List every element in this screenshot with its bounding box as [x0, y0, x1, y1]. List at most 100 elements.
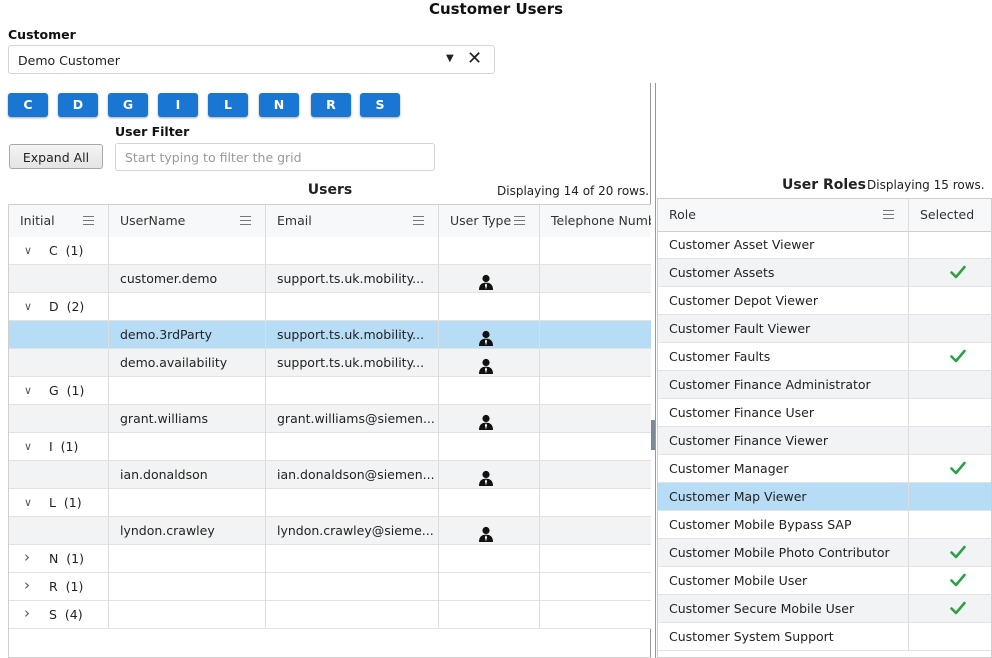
email-cell: support.ts.uk.mobility... [266, 321, 439, 348]
role-row[interactable]: Customer System Support [658, 623, 991, 651]
table-row[interactable]: lyndon.crawley lyndon.crawley@sieme... [9, 517, 651, 545]
grid-cell [439, 489, 540, 516]
chevron-right-icon[interactable]: › [24, 573, 30, 599]
column-menu-icon[interactable] [240, 216, 251, 225]
letter-button-l[interactable]: L [208, 93, 248, 117]
group-label: R (1) [49, 579, 84, 594]
group-row[interactable]: ∨ I (1) [9, 433, 651, 461]
check-icon[interactable] [950, 573, 966, 587]
chevron-down-icon[interactable]: ∨ [24, 433, 32, 460]
user-type-cell [439, 265, 540, 292]
expand-all-button[interactable]: Expand All [9, 144, 103, 169]
check-icon[interactable] [950, 601, 966, 615]
roles-grid-title: User Roles [782, 177, 866, 193]
column-menu-icon[interactable] [413, 216, 424, 225]
column-header-username[interactable]: UserName [109, 205, 266, 237]
group-row[interactable]: ∨ G (1) [9, 377, 651, 405]
group-row[interactable]: ∨ L (1) [9, 489, 651, 517]
table-row[interactable]: demo.availability support.ts.uk.mobility.… [9, 349, 651, 377]
column-header-selected[interactable]: Selected [909, 199, 991, 231]
check-icon[interactable] [950, 349, 966, 363]
chevron-down-icon[interactable]: ∨ [24, 237, 32, 264]
column-menu-icon[interactable] [514, 216, 525, 225]
user-type-cell [439, 461, 540, 488]
column-header-email[interactable]: Email [266, 205, 439, 237]
grid-cell [540, 573, 651, 600]
role-row[interactable]: Customer Finance User [658, 399, 991, 427]
role-row[interactable]: Customer Mobile Photo Contributor [658, 539, 991, 567]
username-cell: ian.donaldson [109, 461, 266, 488]
role-row[interactable]: Customer Finance Viewer [658, 427, 991, 455]
role-row[interactable]: Customer Secure Mobile User [658, 595, 991, 623]
group-cell: › N (1) [9, 545, 109, 572]
grid-cell [439, 573, 540, 600]
group-cell: › R (1) [9, 573, 109, 600]
table-row[interactable]: ian.donaldson ian.donaldson@siemen... [9, 461, 651, 489]
grid-cell [109, 237, 266, 264]
grid-cell [109, 293, 266, 320]
table-row[interactable]: customer.demo support.ts.uk.mobility... [9, 265, 651, 293]
column-header-label: Role [669, 207, 696, 222]
letter-button-i[interactable]: I [158, 93, 198, 117]
group-row[interactable]: › R (1) [9, 573, 651, 601]
role-row[interactable]: Customer Faults [658, 343, 991, 371]
role-row[interactable]: Customer Asset Viewer [658, 231, 991, 259]
column-menu-icon[interactable] [883, 210, 894, 219]
grid-cell [266, 293, 439, 320]
role-row[interactable]: Customer Assets [658, 259, 991, 287]
role-row[interactable]: Customer Mobile Bypass SAP [658, 511, 991, 539]
user-filter-input[interactable]: Start typing to filter the grid [115, 143, 435, 171]
grid-cell [109, 377, 266, 404]
role-row[interactable]: Customer Mobile User [658, 567, 991, 595]
table-row[interactable]: grant.williams grant.williams@siemen... [9, 405, 651, 433]
chevron-down-icon[interactable]: ∨ [24, 293, 32, 320]
group-row[interactable]: › N (1) [9, 545, 651, 573]
check-icon[interactable] [950, 461, 966, 475]
customer-select[interactable]: Demo Customer ▼ ✕ [8, 45, 495, 74]
role-row[interactable]: Customer Fault Viewer [658, 315, 991, 343]
chevron-right-icon[interactable]: › [24, 545, 30, 571]
table-row[interactable]: demo.3rdParty support.ts.uk.mobility... [9, 321, 651, 349]
column-header-label: User Type [450, 213, 512, 228]
column-header-telephone[interactable]: Telephone Numb [540, 205, 651, 237]
grid-cell [540, 265, 651, 292]
group-cell: › S (4) [9, 601, 109, 628]
role-row[interactable]: Customer Manager [658, 455, 991, 483]
column-header-role[interactable]: Role [658, 199, 909, 231]
user-icon [478, 328, 494, 346]
customer-label: Customer [8, 27, 76, 42]
role-name: Customer Fault Viewer [658, 315, 909, 342]
column-header-label: Initial [20, 213, 55, 228]
role-row[interactable]: Customer Map Viewer [658, 483, 991, 511]
group-row[interactable]: ∨ D (2) [9, 293, 651, 321]
group-row[interactable]: › S (4) [9, 601, 651, 629]
chevron-down-icon[interactable]: ∨ [24, 489, 32, 516]
column-header-user-type[interactable]: User Type [439, 205, 540, 237]
letter-button-n[interactable]: N [259, 93, 299, 117]
column-menu-icon[interactable] [83, 216, 94, 225]
splitter-grip-icon[interactable] [651, 420, 655, 450]
check-icon[interactable] [950, 265, 966, 279]
check-icon[interactable] [950, 545, 966, 559]
role-row[interactable]: Customer Depot Viewer [658, 287, 991, 315]
letter-button-c[interactable]: C [8, 93, 48, 117]
grid-cell [540, 377, 651, 404]
chevron-down-icon[interactable]: ∨ [24, 377, 32, 404]
letter-button-d[interactable]: D [58, 93, 98, 117]
chevron-right-icon[interactable]: › [24, 601, 30, 627]
role-row[interactable]: Customer Finance Administrator [658, 371, 991, 399]
group-label: S (4) [49, 607, 83, 622]
group-row[interactable]: ∨ C (1) [9, 237, 651, 265]
role-name: Customer Secure Mobile User [658, 595, 909, 622]
role-name: Customer System Support [658, 623, 909, 650]
grid-cell [266, 601, 439, 628]
grid-cell [109, 573, 266, 600]
caret-down-icon[interactable]: ▼ [446, 53, 454, 64]
grid-cell [540, 405, 651, 432]
column-header-initial[interactable]: Initial [9, 205, 109, 237]
letter-button-r[interactable]: R [311, 93, 351, 117]
letter-button-s[interactable]: S [360, 93, 400, 117]
close-icon[interactable]: ✕ [467, 49, 482, 69]
username-cell: lyndon.crawley [109, 517, 266, 544]
letter-button-g[interactable]: G [108, 93, 148, 117]
